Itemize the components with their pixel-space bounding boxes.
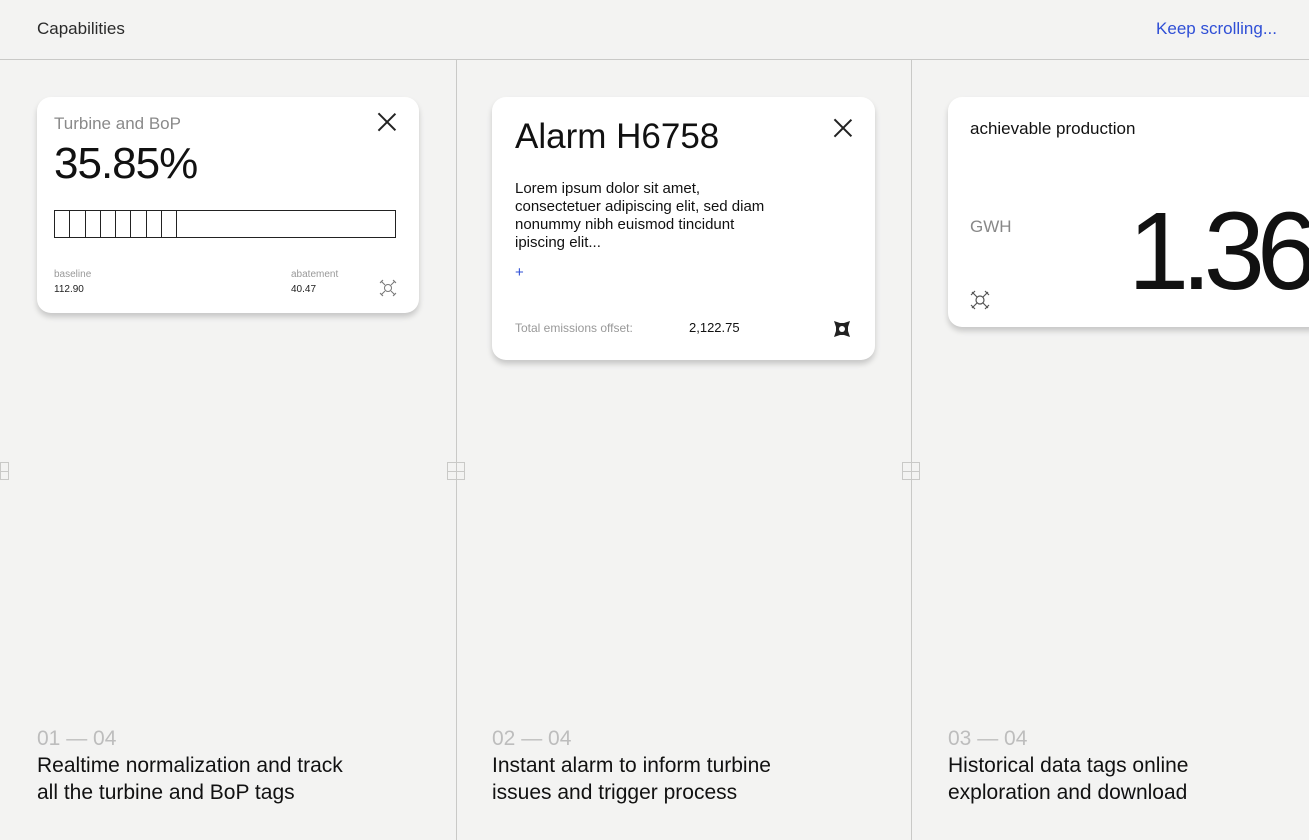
step-description: Historical data tags online exploration … [948,754,1189,804]
close-icon[interactable] [833,118,853,138]
keep-scrolling-link[interactable]: Keep scrolling... [1156,19,1277,39]
step-counter: 02 — 04 [492,727,572,750]
baseline-label: baseline [54,269,92,280]
step-description: Instant alarm to inform turbine issues a… [492,754,771,804]
step-description: Realtime normalization and track all the… [37,754,343,804]
alarm-card: Alarm H6758 Lorem ipsum dolor sit amet, … [492,97,875,360]
close-icon[interactable] [377,112,397,132]
percentage-value: 35.85% [54,139,198,188]
network-node-icon[interactable] [832,319,852,339]
baseline-value: 112.90 [54,284,84,295]
turbine-bop-card: Turbine and BoP 35.85% baseline 112.90 a… [37,97,419,313]
grid-marker-icon [0,462,9,480]
step-counter: 03 — 04 [948,727,1028,750]
section-title: Capabilities [37,19,125,38]
unit-label: GWH [970,217,1012,236]
abatement-label: abatement [291,269,339,280]
card-label: Turbine and BoP [54,114,181,133]
abatement-value: 40.47 [291,284,317,295]
progress-segment [147,211,163,237]
alarm-description: Lorem ipsum dolor sit amet, consectetuer… [515,180,765,251]
column-divider [456,60,457,840]
progress-segment [162,211,178,237]
progress-segment [131,211,147,237]
progress-segment [55,211,71,237]
alarm-title: Alarm H6758 [515,117,720,156]
progress-segment [70,211,86,237]
progress-segment [101,211,117,237]
emissions-label: Total emissions offset: [515,321,633,335]
top-bar: Capabilities Keep scrolling... [0,0,1309,60]
production-card: achievable production GWH 1.36 [948,97,1309,327]
network-node-icon[interactable] [379,279,397,297]
expand-button[interactable]: + [515,264,524,281]
production-title: achievable production [970,119,1136,138]
emissions-value: 2,122.75 [689,320,740,335]
column-divider [911,60,912,840]
progress-segment [116,211,132,237]
progress-segment [86,211,101,237]
grid-marker-icon [447,462,465,480]
grid-marker-icon [902,462,920,480]
segmented-progress-bar [54,210,396,238]
network-node-icon[interactable] [970,290,990,310]
production-value: 1.36 [1128,190,1309,313]
step-counter: 01 — 04 [37,727,117,750]
